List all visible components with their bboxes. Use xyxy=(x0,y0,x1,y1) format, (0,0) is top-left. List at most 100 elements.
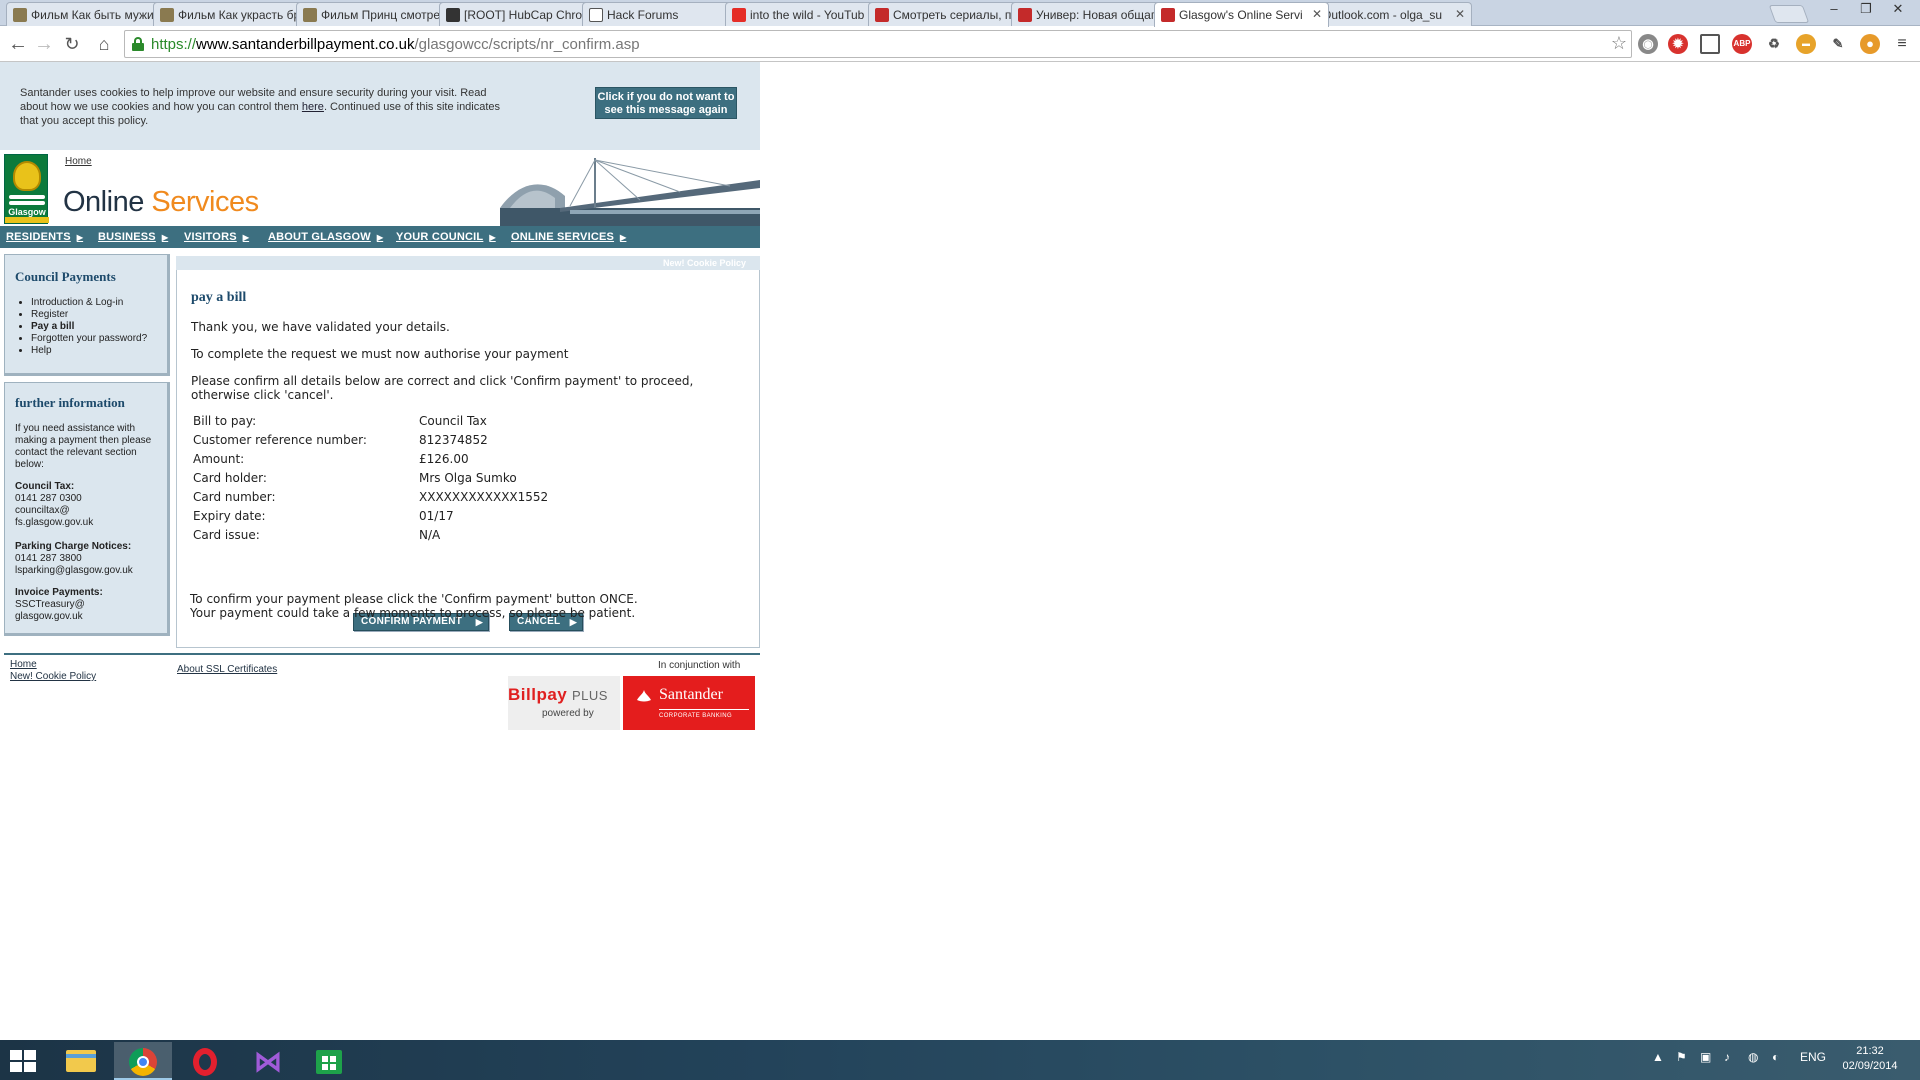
cookie-extension-icon[interactable]: ● xyxy=(1860,34,1880,54)
close-window-icon[interactable]: ✕ xyxy=(1884,0,1912,20)
confirm-once-note: To confirm your payment please click the… xyxy=(190,592,638,620)
action-center-flag-icon[interactable]: ⚑ xyxy=(1676,1050,1687,1064)
browser-toolbar: ← → ↻ ⌂ https://www.santanderbillpayment… xyxy=(0,26,1920,62)
dismiss-cookie-button[interactable]: Click if you do not want to see this mes… xyxy=(595,87,737,119)
page-icon xyxy=(589,8,603,22)
system-clock[interactable]: 21:32 02/09/2014 xyxy=(1830,1044,1910,1074)
detail-row: Card issue: N/A xyxy=(193,528,441,542)
santander-flame-icon xyxy=(637,690,651,702)
cookie-here-link[interactable]: here xyxy=(302,101,324,113)
glasgow-site-icon xyxy=(1161,8,1175,22)
extension-globe-icon[interactable]: ◉ xyxy=(1638,34,1658,54)
bookmark-star-icon[interactable]: ☆ xyxy=(1611,33,1627,54)
nav-arrow-icon: ▶ xyxy=(161,233,169,242)
footer-home-link[interactable]: Home xyxy=(10,659,37,670)
show-hidden-icons-icon[interactable]: ▲ xyxy=(1652,1050,1664,1064)
film-site-icon xyxy=(303,8,317,22)
new-tab-button[interactable] xyxy=(1768,5,1810,23)
menu-icon[interactable]: ≡ xyxy=(1892,34,1912,54)
windows-start-icon[interactable] xyxy=(10,1050,36,1072)
detail-row: Bill to pay: Council Tax xyxy=(193,414,487,428)
sidebar-item-pay-a-bill[interactable]: Pay a bill xyxy=(31,321,147,333)
council-payments-title: Council Payments xyxy=(15,269,116,284)
extension-gear-icon[interactable]: ✹ xyxy=(1668,34,1688,54)
detail-row: Expiry date: 01/17 xyxy=(193,509,454,523)
site-header: Glasgow Home Online Services xyxy=(0,150,760,226)
detail-row: Amount: £126.00 xyxy=(193,452,469,466)
further-information-title: further information xyxy=(15,395,125,410)
nav-arrow-icon: ▶ xyxy=(76,233,84,242)
cookie-notice: Santander uses cookies to help improve o… xyxy=(0,62,760,150)
adblock-icon[interactable]: ABP xyxy=(1732,34,1752,54)
nav-visitors[interactable]: VISITORS ▶ xyxy=(184,226,249,248)
back-icon[interactable]: ← xyxy=(6,32,30,56)
address-bar[interactable]: https://www.santanderbillpayment.co.uk/g… xyxy=(124,30,1632,58)
windows-taskbar: ⋈ ▲ ⚑ ▣ ♪ ◍ ◐ ENG 21:32 02/09/2014 xyxy=(0,1040,1920,1080)
detail-row: Card number: XXXXXXXXXXXX1552 xyxy=(193,490,549,504)
extension-badge-icon[interactable]: ▬ xyxy=(1796,34,1816,54)
browser-tab-active[interactable]: Glasgow's Online Servi ✕ xyxy=(1154,2,1329,27)
opera-icon[interactable] xyxy=(176,1042,234,1080)
nav-online-services[interactable]: ONLINE SERVICES ▶ xyxy=(511,226,626,248)
cast-icon[interactable] xyxy=(1700,34,1720,54)
nav-business[interactable]: BUSINESS ▶ xyxy=(98,226,168,248)
hubcap-icon xyxy=(446,8,460,22)
store-icon[interactable] xyxy=(300,1042,358,1080)
globe-icon[interactable]: ◍ xyxy=(1748,1050,1758,1064)
minimize-icon[interactable]: – xyxy=(1820,0,1848,20)
cookie-notice-text: Santander uses cookies to help improve o… xyxy=(20,87,501,127)
crest-icon xyxy=(13,161,41,191)
series-site-icon xyxy=(1018,8,1032,22)
glasgow-logo[interactable]: Glasgow xyxy=(4,154,49,224)
cookie-policy-link[interactable]: New! Cookie Policy xyxy=(176,256,760,270)
nav-arrow-icon: ▶ xyxy=(242,233,250,242)
ssl-certificates-link[interactable]: About SSL Certificates xyxy=(177,664,277,675)
film-site-icon xyxy=(13,8,27,22)
close-tab-icon[interactable]: ✕ xyxy=(1312,7,1322,21)
restore-icon[interactable]: ❐ xyxy=(1852,0,1880,20)
volume-icon[interactable]: ♪ xyxy=(1724,1050,1730,1064)
nav-residents[interactable]: RESIDENTS ▶ xyxy=(6,226,83,248)
parking-contact: Parking Charge Notices: 0141 287 3800 ls… xyxy=(15,541,133,576)
header-home-link[interactable]: Home xyxy=(65,156,92,167)
nav-about-glasgow[interactable]: ABOUT GLASGOW ▶ xyxy=(268,226,383,248)
detail-row: Card holder: Mrs Olga Sumko xyxy=(193,471,517,485)
weather-icon[interactable]: ◐ xyxy=(1772,1050,1779,1064)
authorise-message: To complete the request we must now auth… xyxy=(191,347,569,361)
nav-arrow-icon: ▶ xyxy=(489,233,496,242)
sidebar-item-register[interactable]: Register xyxy=(31,309,147,321)
sidebar-item-help[interactable]: Help xyxy=(31,345,147,357)
billpay-plus-logo: Billpay PLUS powered by xyxy=(508,676,620,730)
visual-studio-icon[interactable]: ⋈ xyxy=(238,1042,296,1080)
language-indicator[interactable]: ENG xyxy=(1800,1050,1826,1064)
chrome-icon[interactable] xyxy=(114,1042,172,1080)
youtube-icon xyxy=(732,8,746,22)
close-tab-icon[interactable]: ✕ xyxy=(1455,7,1465,21)
sidebar-item-introduction[interactable]: Introduction & Log-in xyxy=(31,297,147,309)
santander-logo: Santander CORPORATE BANKING xyxy=(623,676,755,730)
nav-arrow-icon: ▶ xyxy=(376,233,384,242)
payment-details-table: Bill to pay: Council Tax Customer referen… xyxy=(193,414,693,547)
detail-row: Customer reference number: 812374852 xyxy=(193,433,488,447)
council-payments-panel: Council Payments Introduction & Log-in R… xyxy=(4,254,170,376)
forward-icon[interactable]: → xyxy=(32,32,56,56)
conjunction-label: In conjunction with xyxy=(658,660,741,671)
network-icon[interactable]: ▣ xyxy=(1700,1050,1711,1064)
tab-strip: Фильм Как быть мужи✕ Фильм Как украсть б… xyxy=(0,0,1920,27)
council-payments-menu: Introduction & Log-in Register Pay a bil… xyxy=(31,297,147,357)
series-site-icon xyxy=(875,8,889,22)
nav-your-council[interactable]: YOUR COUNCIL ▶ xyxy=(396,226,496,248)
sidebar-item-forgotten-password[interactable]: Forgotten your password? xyxy=(31,333,147,345)
site-title: Online Services xyxy=(63,186,259,218)
recycle-icon[interactable]: ♻ xyxy=(1764,34,1784,54)
home-icon[interactable]: ⌂ xyxy=(92,32,116,56)
validated-message: Thank you, we have validated your detail… xyxy=(191,320,450,334)
file-explorer-icon[interactable] xyxy=(52,1042,110,1080)
footer-cookie-policy-link[interactable]: New! Cookie Policy xyxy=(10,671,96,682)
footer-divider xyxy=(4,653,760,655)
reload-icon[interactable]: ↻ xyxy=(60,32,84,56)
further-information-intro: If you need assistance with making a pay… xyxy=(15,423,152,470)
glasgow-skyline-image xyxy=(500,150,760,226)
wrench-icon[interactable]: ✎ xyxy=(1828,34,1848,54)
main-navigation: RESIDENTS ▶ BUSINESS ▶ VISITORS ▶ ABOUT GLA… xyxy=(0,226,760,248)
